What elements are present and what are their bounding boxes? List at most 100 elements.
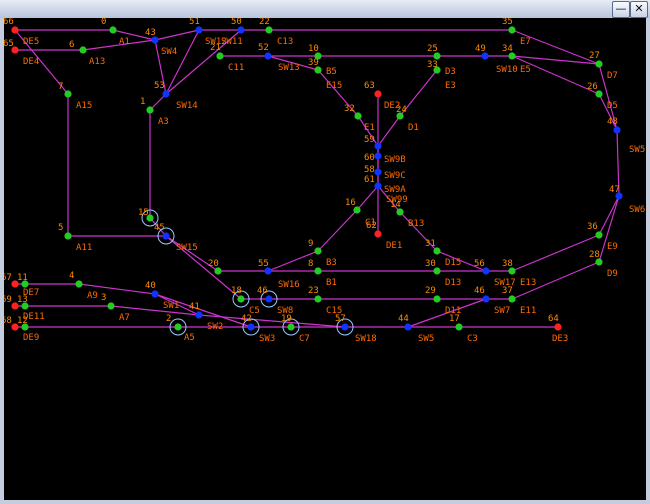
node-blue[interactable] — [341, 323, 349, 331]
node-name-label: D5 — [607, 101, 618, 111]
node-name-label: SW6 — [629, 205, 645, 215]
node-green[interactable] — [287, 323, 295, 331]
minimize-button[interactable]: — — [612, 1, 630, 18]
node-number-label: 45 — [154, 223, 165, 233]
node-name-label: SW3 — [259, 334, 275, 344]
node-name-label: DE5 — [23, 37, 39, 47]
node-blue[interactable] — [162, 232, 170, 240]
node-name-label: SW11 — [221, 37, 243, 47]
track-segment — [511, 29, 600, 65]
node-green[interactable] — [595, 60, 603, 68]
node-name-label: D13 — [445, 278, 461, 288]
node-green[interactable] — [314, 267, 322, 275]
node-red[interactable] — [11, 26, 19, 34]
node-green[interactable] — [508, 295, 516, 303]
node-blue[interactable] — [374, 168, 382, 176]
track-segment — [377, 115, 401, 147]
node-name-label: B5 — [326, 67, 337, 77]
node-green[interactable] — [455, 323, 463, 331]
node-green[interactable] — [64, 90, 72, 98]
node-name-label: D1 — [408, 123, 419, 133]
node-number-label: 38 — [502, 259, 513, 269]
node-name-label: C13 — [277, 37, 293, 47]
node-number-label: 52 — [258, 43, 269, 53]
track-layout-canvas[interactable]: 66 DE5 65 DE4 0 A1 6 A13 43 SW4 51 SW12 50 SW11 22 C13 3… — [1, 17, 646, 500]
node-number-label: 0 — [101, 18, 106, 27]
node-number-label: 43 — [145, 28, 156, 38]
node-blue[interactable] — [195, 26, 203, 34]
node-name-label: C7 — [299, 334, 310, 344]
node-blue[interactable] — [247, 323, 255, 331]
node-green[interactable] — [79, 46, 87, 54]
node-green[interactable] — [314, 295, 322, 303]
node-number-label: 7 — [58, 82, 63, 92]
node-number-label: 27 — [589, 51, 600, 61]
window-titlebar[interactable]: — ✕ — [0, 0, 650, 19]
node-blue[interactable] — [265, 295, 273, 303]
node-name-label: C3 — [467, 334, 478, 344]
node-number-label: 44 — [398, 314, 409, 324]
node-name-label: D9 — [607, 269, 618, 279]
node-blue[interactable] — [162, 90, 170, 98]
node-blue[interactable] — [404, 323, 412, 331]
node-name-label: A1 — [119, 37, 130, 47]
node-green[interactable] — [508, 26, 516, 34]
node-blue[interactable] — [374, 142, 382, 150]
track-labels: 66DE565DE40A16A1343SW451SW1250SW1122C133… — [1, 17, 645, 344]
node-green[interactable] — [265, 26, 273, 34]
node-number-label: 69 — [4, 295, 12, 305]
node-number-label: 4 — [69, 271, 74, 281]
node-green[interactable] — [595, 231, 603, 239]
node-blue[interactable] — [613, 126, 621, 134]
node-green[interactable] — [237, 295, 245, 303]
close-button[interactable]: ✕ — [630, 1, 648, 18]
node-green[interactable] — [433, 295, 441, 303]
node-name-label: C11 — [228, 63, 244, 73]
node-blue[interactable] — [374, 152, 382, 160]
node-number-label: 1 — [140, 97, 145, 107]
node-number-label: 18 — [231, 286, 242, 296]
node-green[interactable] — [107, 302, 115, 310]
window-frame-bottom — [0, 500, 650, 504]
node-blue[interactable] — [482, 295, 490, 303]
node-red[interactable] — [374, 230, 382, 238]
node-green[interactable] — [314, 247, 322, 255]
node-number-label: 10 — [308, 44, 319, 54]
node-number-label: 11 — [17, 273, 28, 283]
node-number-label: 65 — [4, 39, 14, 49]
node-name-label: A5 — [184, 333, 195, 343]
node-number-label: 51 — [189, 18, 200, 27]
node-green[interactable] — [216, 52, 224, 60]
node-number-label: 39 — [308, 58, 319, 68]
node-number-label: 13 — [17, 295, 28, 305]
node-name-label: B3 — [326, 258, 337, 268]
node-green[interactable] — [354, 112, 362, 120]
node-name-label: DE4 — [23, 57, 39, 67]
node-number-label: 32 — [344, 104, 355, 114]
node-name-label: A9 — [87, 291, 98, 301]
node-green[interactable] — [109, 26, 117, 34]
node-blue[interactable] — [151, 290, 159, 298]
node-red[interactable] — [374, 90, 382, 98]
node-green[interactable] — [64, 232, 72, 240]
node-number-label: 3 — [101, 293, 106, 303]
node-number-label: 56 — [474, 259, 485, 269]
node-green[interactable] — [174, 323, 182, 331]
node-red[interactable] — [554, 323, 562, 331]
node-name-label: SW7 — [494, 306, 510, 316]
node-name-label: E11 — [520, 306, 536, 316]
node-number-label: 29 — [425, 286, 436, 296]
node-number-label: 46 — [257, 286, 268, 296]
node-blue[interactable] — [237, 26, 245, 34]
node-number-label: 35 — [502, 18, 513, 27]
node-blue[interactable] — [195, 311, 203, 319]
track-segment — [511, 55, 600, 65]
node-number-label: 9 — [308, 239, 313, 249]
node-name-label: SW13 — [278, 63, 300, 73]
node-blue[interactable] — [264, 52, 272, 60]
node-green[interactable] — [146, 106, 154, 114]
node-blue[interactable] — [374, 182, 382, 190]
track-layout-diagram[interactable]: 66DE565DE40A16A1343SW451SW1250SW1122C133… — [1, 17, 646, 500]
node-number-label: 55 — [258, 259, 269, 269]
node-green[interactable] — [75, 280, 83, 288]
